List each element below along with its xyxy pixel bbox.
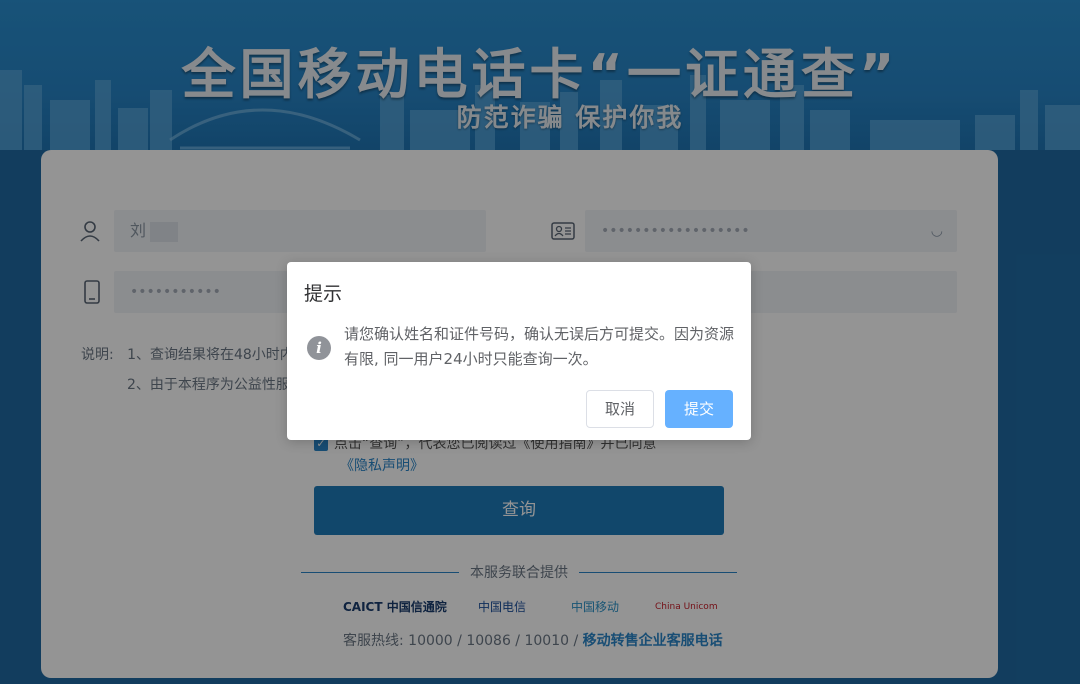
cancel-button[interactable]: 取消 — [586, 390, 654, 428]
dialog-title: 提示 — [304, 283, 343, 305]
info-icon: i — [307, 336, 331, 360]
submit-button[interactable]: 提交 — [665, 390, 733, 428]
dialog-message: 请您确认姓名和证件号码，确认无误后方可提交。因为资源有限, 同一用户24小时只能… — [344, 325, 735, 368]
confirm-dialog: 提示 i 请您确认姓名和证件号码，确认无误后方可提交。因为资源有限, 同一用户2… — [287, 262, 751, 440]
